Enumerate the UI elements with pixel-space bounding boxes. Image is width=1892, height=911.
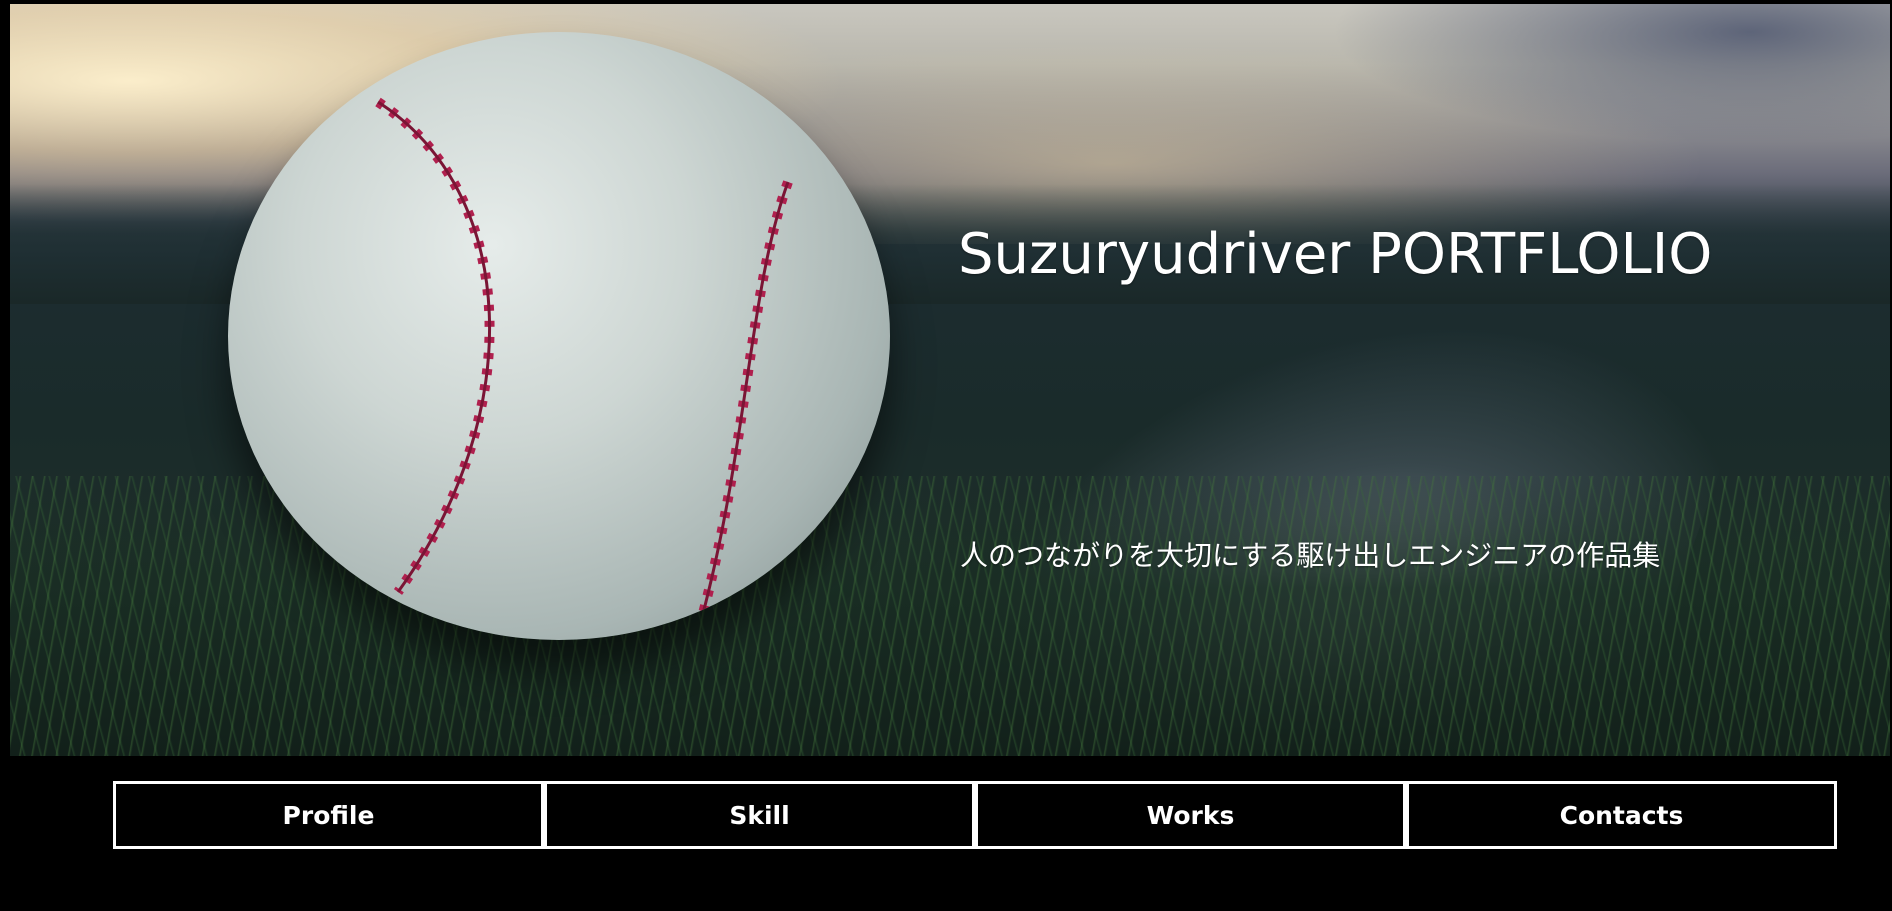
nav-works-button[interactable]: Works bbox=[975, 781, 1406, 849]
nav-skill-button[interactable]: Skill bbox=[544, 781, 975, 849]
page-subtitle: 人のつながりを大切にする駆け出しエンジニアの作品集 bbox=[960, 539, 1661, 572]
nav-profile-button[interactable]: Profile bbox=[113, 781, 544, 849]
main-nav: Profile Skill Works Contacts bbox=[113, 781, 1837, 849]
baseball-stitches bbox=[375, 97, 793, 634]
nav-contacts-button[interactable]: Contacts bbox=[1406, 781, 1837, 849]
page-title: Suzuryudriver PORTFLOLIO bbox=[958, 222, 1713, 287]
page: Suzuryudriver PORTFLOLIO 人のつながりを大切にする駆け出… bbox=[0, 0, 1892, 911]
hero-banner: Suzuryudriver PORTFLOLIO 人のつながりを大切にする駆け出… bbox=[10, 4, 1890, 756]
sky-clouds bbox=[1330, 4, 1890, 144]
baseball-image bbox=[228, 32, 890, 640]
